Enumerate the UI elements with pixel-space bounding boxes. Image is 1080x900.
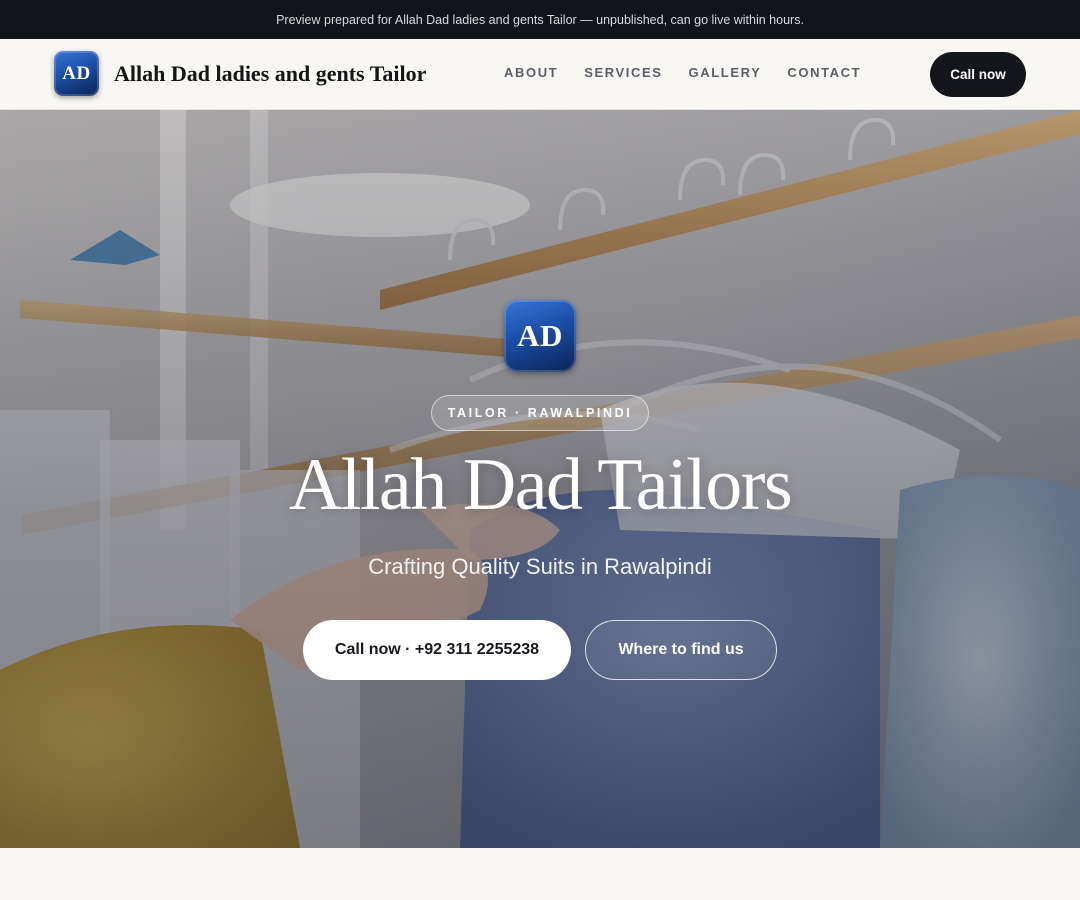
main-nav: About Services Gallery Contact <box>504 65 861 80</box>
brand-link[interactable]: AD Allah Dad ladies and gents Tailor <box>54 51 426 96</box>
site-header: AD Allah Dad ladies and gents Tailor Abo… <box>0 39 1080 110</box>
nav-about[interactable]: About <box>504 65 558 80</box>
brand-name: Allah Dad ladies and gents Tailor <box>114 60 427 86</box>
nav-contact[interactable]: Contact <box>787 65 861 80</box>
preview-banner-text: Preview prepared for Allah Dad ladies an… <box>276 12 804 27</box>
call-now-button[interactable]: Call now <box>930 52 1026 97</box>
hero-subtitle: Crafting Quality Suits in Rawalpindi <box>368 554 712 579</box>
find-us-button[interactable]: Where to find us <box>585 620 777 680</box>
hero-logo-icon: AD <box>504 300 576 372</box>
call-phone-button[interactable]: Call now · +92 311 2255238 <box>303 620 571 680</box>
hero-title: Allah Dad Tailors <box>288 444 793 526</box>
hero-content: AD Tailor · Rawalpindi Allah Dad Tailors… <box>0 110 1080 848</box>
hero-section: AD Tailor · Rawalpindi Allah Dad Tailors… <box>0 110 1080 848</box>
logo-icon: AD <box>54 51 99 96</box>
hero-category-badge: Tailor · Rawalpindi <box>431 395 649 431</box>
nav-gallery[interactable]: Gallery <box>689 65 762 80</box>
nav-services[interactable]: Services <box>584 65 662 80</box>
next-section <box>0 848 1080 900</box>
preview-banner: Preview prepared for Allah Dad ladies an… <box>0 0 1080 39</box>
